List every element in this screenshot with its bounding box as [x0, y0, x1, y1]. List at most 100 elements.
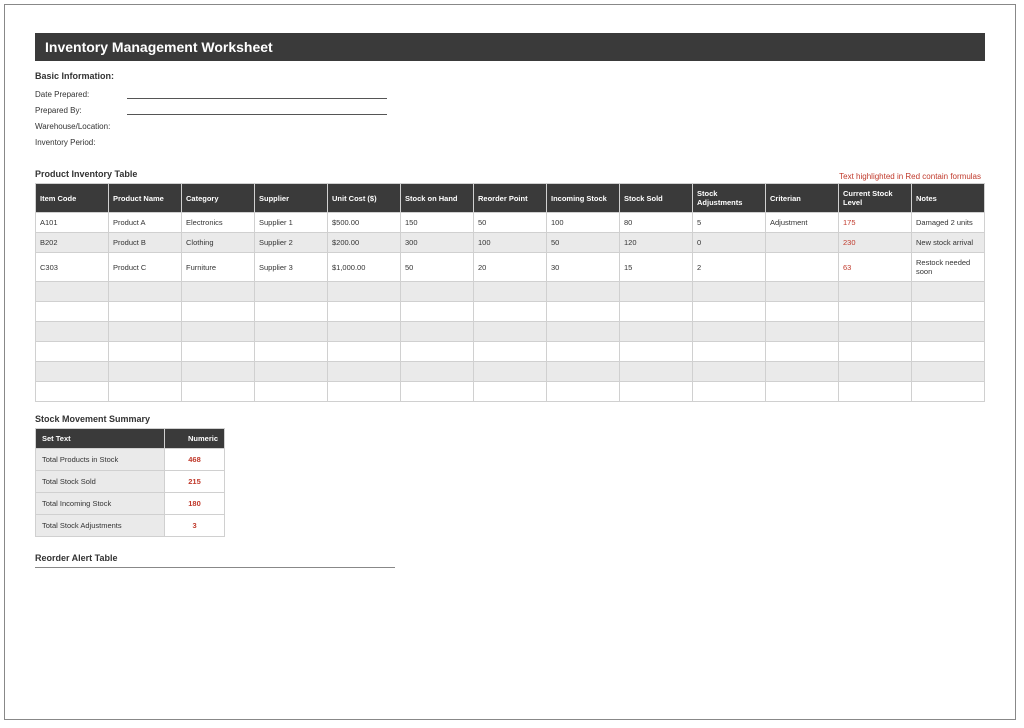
table-cell: [839, 322, 912, 342]
table-cell: Supplier 2: [255, 233, 328, 253]
table-row: [36, 302, 985, 322]
table-cell: B202: [36, 233, 109, 253]
table-cell: 50: [547, 233, 620, 253]
table-cell: [328, 342, 401, 362]
basic-info-row: Prepared By:: [35, 101, 985, 115]
table-cell: [255, 302, 328, 322]
basic-info-section: Basic Information: Date Prepared: Prepare…: [35, 71, 985, 147]
table-cell: 100: [547, 213, 620, 233]
summary-value: 180: [165, 493, 225, 515]
table-cell: [474, 362, 547, 382]
table-cell: [182, 382, 255, 402]
table-cell: 50: [401, 253, 474, 282]
table-cell: [912, 342, 985, 362]
table-cell: $200.00: [328, 233, 401, 253]
table-cell: [693, 302, 766, 322]
summary-value: 215: [165, 471, 225, 493]
table-cell: [620, 382, 693, 402]
table-cell: [109, 342, 182, 362]
inv-col-header: Criterian: [766, 184, 839, 213]
table-cell: Supplier 1: [255, 213, 328, 233]
inv-col-header: Reorder Point: [474, 184, 547, 213]
basic-info-heading: Basic Information:: [35, 71, 985, 81]
inv-col-header: Category: [182, 184, 255, 213]
table-row: [36, 322, 985, 342]
stock-movement-summary-table: Set Text Numeric Total Products in Stock…: [35, 428, 225, 537]
table-cell: Restock needed soon: [912, 253, 985, 282]
basic-info-input-line[interactable]: [127, 89, 387, 99]
table-cell: 2: [693, 253, 766, 282]
table-cell: [693, 342, 766, 362]
table-cell: $1,000.00: [328, 253, 401, 282]
table-cell: [182, 342, 255, 362]
table-cell: [766, 302, 839, 322]
table-cell: [182, 362, 255, 382]
table-cell: [401, 302, 474, 322]
table-cell: [36, 282, 109, 302]
table-cell: [474, 342, 547, 362]
table-cell: [36, 342, 109, 362]
table-cell: [328, 282, 401, 302]
table-cell: 80: [620, 213, 693, 233]
table-cell: [766, 282, 839, 302]
table-cell: [547, 302, 620, 322]
table-cell: A101: [36, 213, 109, 233]
table-cell: [401, 342, 474, 362]
inv-col-header: Stock on Hand: [401, 184, 474, 213]
basic-info-label: Date Prepared:: [35, 90, 127, 99]
summary-col-label: Set Text: [36, 429, 165, 449]
reorder-heading: Reorder Alert Table: [35, 553, 985, 563]
table-cell: [328, 362, 401, 382]
table-cell: Product A: [109, 213, 182, 233]
table-cell: [401, 382, 474, 402]
table-cell: 30: [547, 253, 620, 282]
summary-col-value: Numeric: [165, 429, 225, 449]
table-row: A101Product AElectronicsSupplier 1$500.0…: [36, 213, 985, 233]
table-cell: [255, 342, 328, 362]
table-cell: New stock arrival: [912, 233, 985, 253]
table-cell: 63: [839, 253, 912, 282]
table-cell: [328, 382, 401, 402]
table-cell: Electronics: [182, 213, 255, 233]
table-cell: [36, 322, 109, 342]
table-cell: [474, 382, 547, 402]
inv-col-header: Stock Adjustments: [693, 184, 766, 213]
table-row: C303Product CFurnitureSupplier 3$1,000.0…: [36, 253, 985, 282]
table-cell: [182, 322, 255, 342]
table-cell: [547, 382, 620, 402]
table-cell: [547, 362, 620, 382]
table-cell: [328, 302, 401, 322]
table-cell: 150: [401, 213, 474, 233]
table-cell: [766, 253, 839, 282]
table-cell: [401, 322, 474, 342]
table-cell: Product C: [109, 253, 182, 282]
basic-info-label: Warehouse/Location:: [35, 122, 127, 131]
summary-label: Total Stock Adjustments: [36, 515, 165, 537]
table-cell: 20: [474, 253, 547, 282]
inv-col-header: Item Code: [36, 184, 109, 213]
product-inventory-table: Item CodeProduct NameCategorySupplierUni…: [35, 183, 985, 402]
table-cell: Damaged 2 units: [912, 213, 985, 233]
table-cell: [474, 282, 547, 302]
table-cell: [912, 322, 985, 342]
summary-label: Total Stock Sold: [36, 471, 165, 493]
table-cell: [109, 382, 182, 402]
table-cell: [766, 362, 839, 382]
inv-col-header: Notes: [912, 184, 985, 213]
table-cell: [693, 322, 766, 342]
table-cell: [839, 282, 912, 302]
basic-info-row: Date Prepared:: [35, 85, 985, 99]
table-cell: [255, 322, 328, 342]
basic-info-input-line[interactable]: [127, 105, 387, 115]
formula-note: Text highlighted in Red contain formulas: [839, 172, 981, 181]
table-cell: [766, 342, 839, 362]
summary-row: Total Stock Sold215: [36, 471, 225, 493]
table-cell: 230: [839, 233, 912, 253]
table-cell: [401, 282, 474, 302]
table-cell: [912, 282, 985, 302]
table-cell: [766, 322, 839, 342]
table-cell: [766, 233, 839, 253]
table-cell: 300: [401, 233, 474, 253]
table-cell: [912, 382, 985, 402]
basic-info-row: Inventory Period:: [35, 133, 985, 147]
